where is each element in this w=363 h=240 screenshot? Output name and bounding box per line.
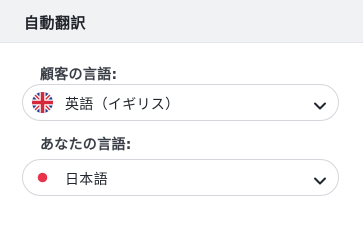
your-language-value: 日本語 [65, 172, 108, 188]
customer-language-label: 顧客の言語: [40, 67, 118, 83]
panel-header: 自動翻訳 [0, 0, 363, 43]
uk-flag-icon [32, 92, 53, 113]
chevron-down-icon [313, 172, 327, 185]
your-language-select[interactable]: 日本語 [22, 159, 339, 196]
chevron-down-icon [313, 97, 327, 110]
customer-language-value: 英語（イギリス） [65, 97, 180, 113]
your-language-label: あなたの言語: [40, 137, 132, 153]
panel-title: 自動翻訳 [24, 14, 87, 32]
customer-language-select[interactable]: 英語（イギリス） [22, 84, 339, 121]
japan-flag-icon [32, 167, 53, 188]
